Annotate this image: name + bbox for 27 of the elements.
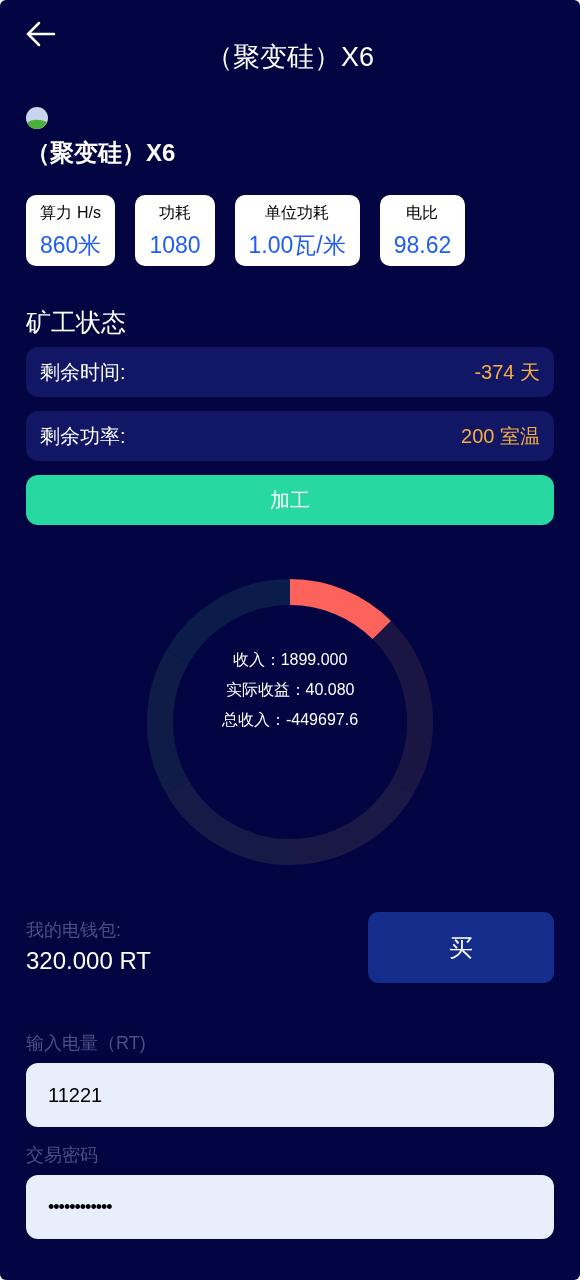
stat-label: 单位功耗 — [265, 203, 330, 223]
field-label: 输入电量（RT) — [26, 1032, 147, 1055]
status-value: 200 室温 — [461, 424, 540, 449]
field-label: 交易密码 — [26, 1144, 99, 1167]
stat-value: 1080 — [149, 231, 201, 260]
product-name: （聚变硅）X6 — [26, 138, 177, 168]
stat-value: 1.00瓦/米 — [248, 231, 346, 260]
password-field[interactable]: •••••••••••• — [26, 1175, 554, 1239]
wallet-amount: 320.000 RT — [26, 946, 151, 976]
stat-value: 860米 — [40, 231, 102, 260]
stat-value: 98.62 — [393, 231, 452, 260]
buy-button[interactable]: 买 — [368, 912, 554, 983]
back-arrow-icon[interactable] — [26, 21, 56, 47]
stat-label: 电比 — [406, 203, 439, 223]
stat-label: 功耗 — [158, 203, 191, 223]
status-label: 剩余功率: — [40, 424, 126, 449]
income-text: 收入：1899.000 — [232, 650, 348, 670]
amount-field[interactable]: 11221 — [26, 1063, 554, 1127]
income-text: 总收入：-449697.6 — [221, 710, 359, 730]
stat-label: 算力 H/s — [40, 203, 101, 223]
income-text: 实际收益：40.080 — [225, 680, 355, 700]
status-label: 剩余时间: — [40, 360, 126, 385]
wallet-label: 我的电钱包: — [26, 919, 122, 942]
status-value: -374 天 — [474, 360, 540, 385]
image-icon — [26, 107, 48, 129]
section-title: 矿工状态 — [26, 310, 127, 335]
page-title: （聚变硅）X6 — [206, 43, 374, 71]
